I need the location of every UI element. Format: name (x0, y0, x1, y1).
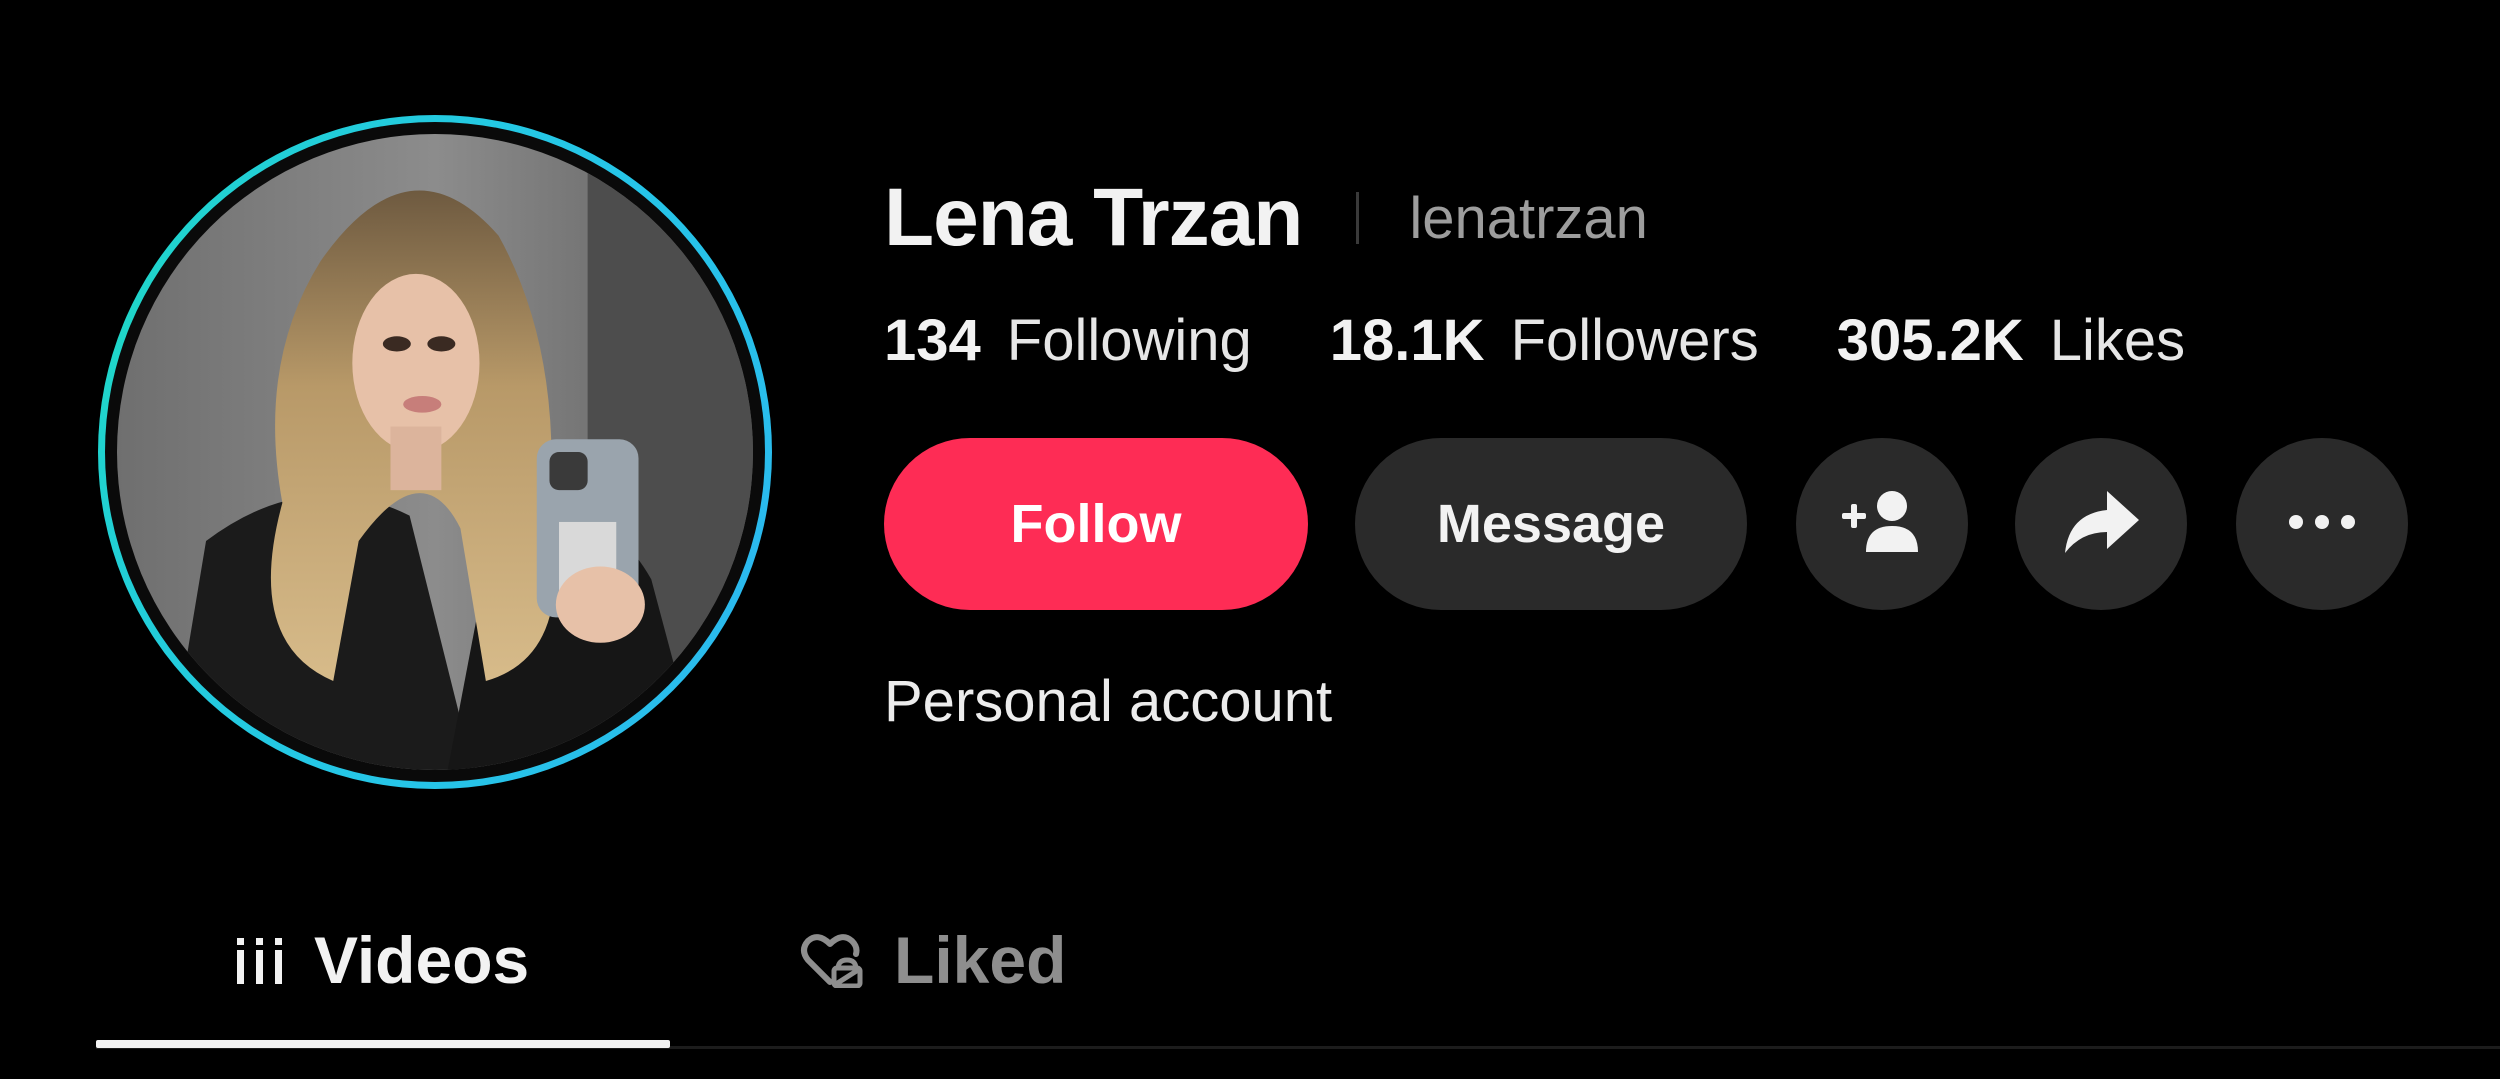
follow-button[interactable]: Follow (884, 438, 1308, 610)
tab-liked-label: Liked (894, 923, 1067, 997)
share-arrow-icon (2061, 487, 2141, 562)
following-count: 134 (884, 307, 981, 373)
name-row: Lena Trzan lenatrzan (884, 168, 1648, 268)
tab-videos[interactable]: Videos (234, 915, 529, 1005)
username: lenatrzan (1409, 185, 1648, 251)
tab-liked[interactable]: Liked (800, 915, 1066, 1005)
active-tab-indicator (96, 1040, 670, 1048)
avatar[interactable] (98, 115, 772, 789)
likes-count: 305.2K (1836, 307, 2024, 373)
more-dots-icon (2286, 512, 2358, 537)
following-label: Following (1006, 307, 1252, 373)
message-button[interactable]: Message (1355, 438, 1747, 610)
tab-videos-label: Videos (314, 923, 530, 997)
more-button[interactable] (2236, 438, 2408, 610)
followers-label: Followers (1510, 307, 1759, 373)
add-user-icon (1840, 486, 1924, 563)
share-button[interactable] (2015, 438, 2187, 610)
likes-label: Likes (2049, 307, 2186, 373)
add-friend-button[interactable] (1796, 438, 1968, 610)
grid-icon (234, 932, 286, 988)
display-name: Lena Trzan (884, 172, 1303, 263)
avatar-ring-gap (105, 122, 765, 782)
followers-count: 18.1K (1329, 307, 1485, 373)
name-divider (1356, 192, 1360, 244)
stat-following[interactable]: 134 Following (884, 307, 1252, 374)
stat-likes: 305.2K Likes (1837, 307, 2185, 374)
heart-lock-icon (800, 932, 866, 988)
bio-text: Personal account (884, 669, 1333, 734)
profile-photo (117, 134, 753, 770)
stats-row: 134 Following 18.1K Followers 305.2K Lik… (884, 300, 2263, 380)
stat-followers[interactable]: 18.1K Followers (1330, 307, 1759, 374)
